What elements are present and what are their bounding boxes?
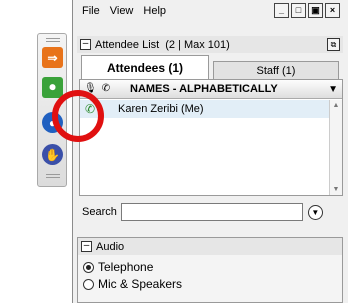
radio-telephone-button[interactable] [83,261,94,273]
scroll-down-icon[interactable]: ▼ [330,186,342,193]
collapse-icon[interactable]: – [80,39,91,50]
radio-mic-speakers[interactable]: Mic & Speakers [83,277,182,291]
arrow-icon[interactable]: ⇒ [42,47,63,68]
audio-header: – Audio [78,238,342,255]
audio-collapse-icon[interactable]: – [81,241,92,252]
search-input[interactable] [120,203,303,221]
menu-bar: File View Help _ □ ▣ × [82,3,340,19]
radio-telephone[interactable]: Telephone [83,260,153,274]
radio-telephone-label: Telephone [98,260,154,274]
microphone-icon[interactable]: ⏺ [42,77,63,98]
attendee-list-header: – Attendee List (2 | Max 101) ⧉ [77,36,343,53]
sort-dropdown-icon[interactable]: ▼ [328,84,338,95]
popout-icon[interactable]: ⧉ [327,38,340,51]
toolbar-grip-bottom[interactable] [46,174,60,178]
list-item[interactable]: ✆ Karen Zeribi (Me) [80,100,329,118]
names-column-header[interactable]: NAMES - ALPHABETICALLY [130,83,278,95]
attendee-list-title: Attendee List [95,38,160,51]
attendee-name: Karen Zeribi (Me) [118,103,204,115]
toolbar-grip-top[interactable] [46,38,60,42]
menu-help[interactable]: Help [143,5,166,17]
attendee-list: 🎙 ✆ NAMES - ALPHABETICALLY ▼ ✆ Karen Zer… [79,79,343,196]
maximize-icon[interactable]: ▣ [308,3,323,18]
phone-column-icon[interactable]: ✆ [100,83,112,95]
search-go-icon[interactable]: ▼ [307,204,323,220]
list-column-header: 🎙 ✆ NAMES - ALPHABETICALLY ▼ [80,80,342,99]
search-bar: Search ▼ [79,202,343,222]
control-panel: File View Help _ □ ▣ × – Attendee List (… [72,0,348,303]
menu-view[interactable]: View [110,5,134,17]
restore-icon[interactable]: □ [291,3,306,18]
minimize-icon[interactable]: _ [274,3,289,18]
window-controls: _ □ ▣ × [272,3,340,18]
radio-mic-speakers-button[interactable] [83,278,94,290]
search-label: Search [82,206,117,218]
scroll-up-icon[interactable]: ▲ [330,102,342,109]
hand-raise-icon[interactable]: ✋ [42,144,63,165]
close-icon[interactable]: × [325,3,340,18]
tab-staff[interactable]: Staff (1) [213,61,339,79]
list-scrollbar[interactable]: ▲ ▼ [329,100,342,195]
audio-panel: – Audio Telephone Mic & Speakers [77,237,343,303]
tab-attendees[interactable]: Attendees (1) [81,55,209,79]
attendee-count: (2 | Max 101) [165,38,230,51]
highlight-circle [52,90,104,142]
audio-title: Audio [96,240,125,253]
radio-mic-speakers-label: Mic & Speakers [98,277,183,291]
menu-file[interactable]: File [82,5,100,17]
